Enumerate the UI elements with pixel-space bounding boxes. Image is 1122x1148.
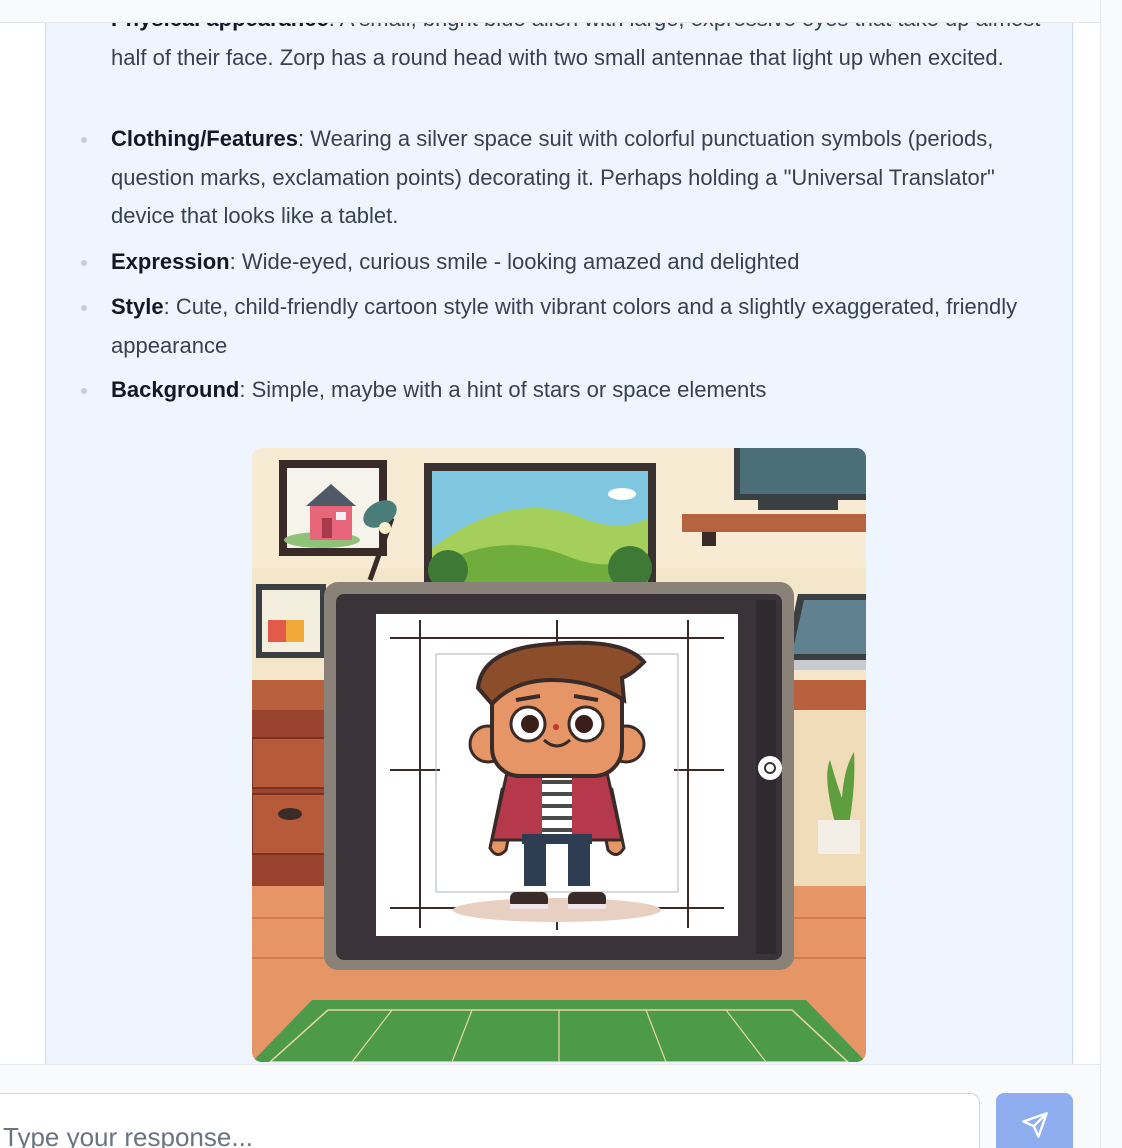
list-item: Expression: Wide-eyed, curious smile - l… [81,243,1056,282]
response-input[interactable] [0,1093,980,1148]
shelf-bracket [702,532,716,546]
paper-plane-icon [1022,1112,1048,1138]
drawer-handle [278,808,302,820]
top-bar [0,0,1100,23]
character-belt [522,834,592,844]
bullet-label: Background [111,377,240,402]
composer-bar [0,1064,1100,1148]
list-item: Background: Simple, maybe with a hint of… [81,371,1056,410]
character-shoe-sole [568,904,606,909]
character-nose [553,724,559,730]
tablet-home-button-icon [758,756,782,780]
send-button[interactable] [996,1093,1073,1148]
monitor-screen [740,448,866,494]
scrollbar-track[interactable] [1100,0,1122,1148]
generated-illustration[interactable] [252,448,866,1062]
house-door [322,518,332,538]
lamp-bulb [379,522,391,534]
character-illustration-image [252,448,866,1062]
left-monitor-block [268,620,286,642]
character-pupil [575,715,593,733]
list-item: Style: Cute, child-friendly cartoon styl… [81,288,1056,365]
character-leg [568,838,590,886]
bullet-label: Clothing/Features [111,126,299,151]
wall-shelf [682,514,866,532]
laptop-screen [792,600,866,654]
chat-viewport: Physical appearance: A small, bright blu… [0,0,1122,1148]
character-shoe-sole [510,904,548,909]
bullet-text: : Simple, maybe with a hint of stars or … [239,377,767,402]
left-monitor-block [286,620,304,642]
bullet-text: : Wide-eyed, curious smile - looking ama… [229,249,800,274]
bullet-label: Style [111,294,164,319]
bullet-label: Expression [111,249,230,274]
house-window [336,512,346,520]
character-pupil [521,715,539,733]
monitor-stand [758,500,838,510]
plant-pot [818,820,860,854]
desk-drawer [252,793,327,855]
list-item: Clothing/Features: Wearing a silver spac… [81,120,1056,236]
desk-right-wall [792,710,866,888]
picture-cloud [608,488,636,500]
character-leg [524,838,546,886]
character-shadow [453,898,661,922]
desk-drawer [252,737,327,789]
bullet-text: : Cute, child-friendly cartoon style wit… [111,294,1018,358]
